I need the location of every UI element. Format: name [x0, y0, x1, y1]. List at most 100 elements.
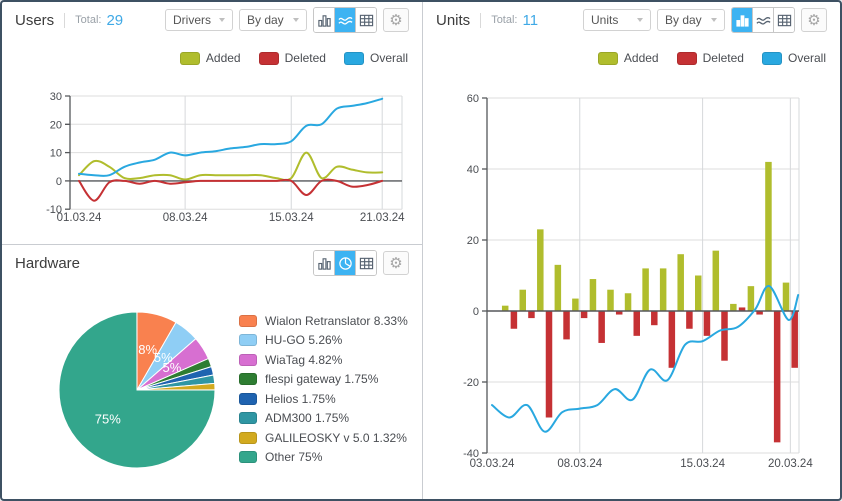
svg-text:60: 60	[467, 93, 479, 105]
legend-swatch	[239, 412, 257, 424]
right-column: Units Total: 11 Units By day	[423, 2, 840, 499]
legend-swatch	[239, 393, 257, 405]
table-icon	[359, 13, 374, 28]
svg-text:-20: -20	[463, 377, 479, 389]
panel-hardware: Hardware	[2, 245, 422, 499]
legend-item-wiatag[interactable]: WiaTag 4.82%	[239, 350, 408, 370]
units-period-select[interactable]: By day	[657, 9, 725, 31]
svg-text:30: 30	[50, 91, 62, 103]
table-mode-button[interactable]	[356, 8, 376, 32]
legend-label: Added	[624, 51, 659, 65]
gear-icon: ⚙	[389, 13, 402, 28]
users-settings-button[interactable]: ⚙	[383, 8, 409, 32]
users-view-mode-group	[313, 7, 377, 33]
legend-item-overall[interactable]: Overall	[344, 51, 408, 65]
chevron-down-icon	[293, 18, 299, 22]
hardware-settings-button[interactable]: ⚙	[383, 251, 409, 275]
legend-swatch	[239, 432, 257, 444]
units-total-label: Total:	[491, 14, 517, 26]
legend-swatch	[239, 373, 257, 385]
users-period-select-value: By day	[247, 13, 284, 27]
legend-label: flespi gateway 1.75%	[265, 372, 378, 386]
legend-swatch	[239, 451, 257, 463]
bar-chart-icon	[735, 13, 750, 28]
legend-label: Overall	[788, 51, 826, 65]
svg-text:20: 20	[467, 235, 479, 247]
legend-item-hu-go[interactable]: HU-GO 5.26%	[239, 331, 408, 351]
legend-item-flespi-gateway[interactable]: flespi gateway 1.75%	[239, 370, 408, 390]
legend-label: Deleted	[703, 51, 744, 65]
legend-label: ADM300 1.75%	[265, 411, 349, 425]
units-type-select[interactable]: Units	[583, 9, 651, 31]
users-chart-legend: Added Deleted Overall	[2, 48, 422, 68]
bar-chart-mode-button[interactable]	[314, 251, 335, 275]
hardware-controls: ⚙	[313, 250, 409, 276]
svg-text:21.03.24: 21.03.24	[360, 212, 405, 224]
svg-text:40: 40	[467, 164, 479, 176]
legend-item-deleted[interactable]: Deleted	[677, 51, 744, 65]
panel-units: Units Total: 11 Units By day	[423, 2, 840, 499]
bar-chart-icon	[317, 13, 332, 28]
units-chart-legend: Added Deleted Overall	[423, 48, 840, 68]
legend-label: Added	[206, 51, 241, 65]
legend-item-helios[interactable]: Helios 1.75%	[239, 389, 408, 409]
chevron-down-icon	[711, 18, 717, 22]
chevron-down-icon	[637, 18, 643, 22]
line-chart-mode-button[interactable]	[335, 8, 356, 32]
legend-item-added[interactable]: Added	[180, 51, 241, 65]
svg-text:08.03.24: 08.03.24	[557, 458, 602, 470]
table-mode-button[interactable]	[356, 251, 376, 275]
legend-item-overall[interactable]: Overall	[762, 51, 826, 65]
page-title-hardware: Hardware	[15, 255, 80, 272]
table-icon	[777, 13, 792, 28]
legend-swatch	[598, 52, 618, 65]
line-chart-icon	[338, 13, 353, 28]
svg-text:08.03.24: 08.03.24	[163, 212, 208, 224]
units-settings-button[interactable]: ⚙	[801, 8, 827, 32]
legend-swatch	[180, 52, 200, 65]
legend-item-galileosky-v-5-0[interactable]: GALILEOSKY v 5.0 1.32%	[239, 428, 408, 448]
legend-label: Wialon Retranslator 8.33%	[265, 314, 408, 328]
line-chart-mode-button[interactable]	[753, 8, 774, 32]
legend-label: Overall	[370, 51, 408, 65]
users-period-select[interactable]: By day	[239, 9, 307, 31]
legend-swatch	[344, 52, 364, 65]
bar-chart-mode-button[interactable]	[314, 8, 335, 32]
legend-item-adm300[interactable]: ADM300 1.75%	[239, 409, 408, 429]
users-line-chart: 3020100-1001.03.2408.03.2415.03.2421.03.…	[2, 68, 422, 228]
gear-icon: ⚙	[389, 256, 402, 271]
legend-swatch	[239, 354, 257, 366]
legend-label: Helios 1.75%	[265, 392, 336, 406]
svg-text:01.03.24: 01.03.24	[57, 212, 102, 224]
legend-swatch	[259, 52, 279, 65]
svg-text:15.03.24: 15.03.24	[680, 458, 725, 470]
units-controls: Units By day	[583, 7, 827, 33]
users-controls: Drivers By day	[165, 7, 409, 33]
svg-text:10: 10	[50, 148, 62, 160]
svg-text:75%: 75%	[95, 411, 121, 426]
users-type-select[interactable]: Drivers	[165, 9, 233, 31]
svg-text:0: 0	[473, 306, 479, 318]
svg-text:5%: 5%	[163, 360, 182, 375]
left-column: Users Total: 29 Drivers By day	[2, 2, 423, 499]
svg-text:20: 20	[50, 119, 62, 131]
hardware-pie-chart: 8%5%5%75%	[2, 285, 232, 499]
legend-swatch	[762, 52, 782, 65]
legend-item-added[interactable]: Added	[598, 51, 659, 65]
legend-item-deleted[interactable]: Deleted	[259, 51, 326, 65]
page-title-users: Users	[15, 12, 54, 29]
legend-swatch	[677, 52, 697, 65]
dashboard-window: Users Total: 29 Drivers By day	[0, 0, 842, 501]
legend-label: Deleted	[285, 51, 326, 65]
units-type-select-value: Units	[591, 13, 618, 27]
units-period-select-value: By day	[665, 13, 702, 27]
legend-swatch	[239, 315, 257, 327]
gear-icon: ⚙	[807, 13, 820, 28]
legend-item-other[interactable]: Other 75%	[239, 448, 408, 468]
legend-item-wialon-retranslator[interactable]: Wialon Retranslator 8.33%	[239, 311, 408, 331]
users-total-value: 29	[106, 12, 123, 29]
bar-chart-mode-button[interactable]	[732, 8, 753, 32]
table-mode-button[interactable]	[774, 8, 794, 32]
pie-chart-mode-button[interactable]	[335, 251, 356, 275]
header-divider	[480, 13, 481, 28]
